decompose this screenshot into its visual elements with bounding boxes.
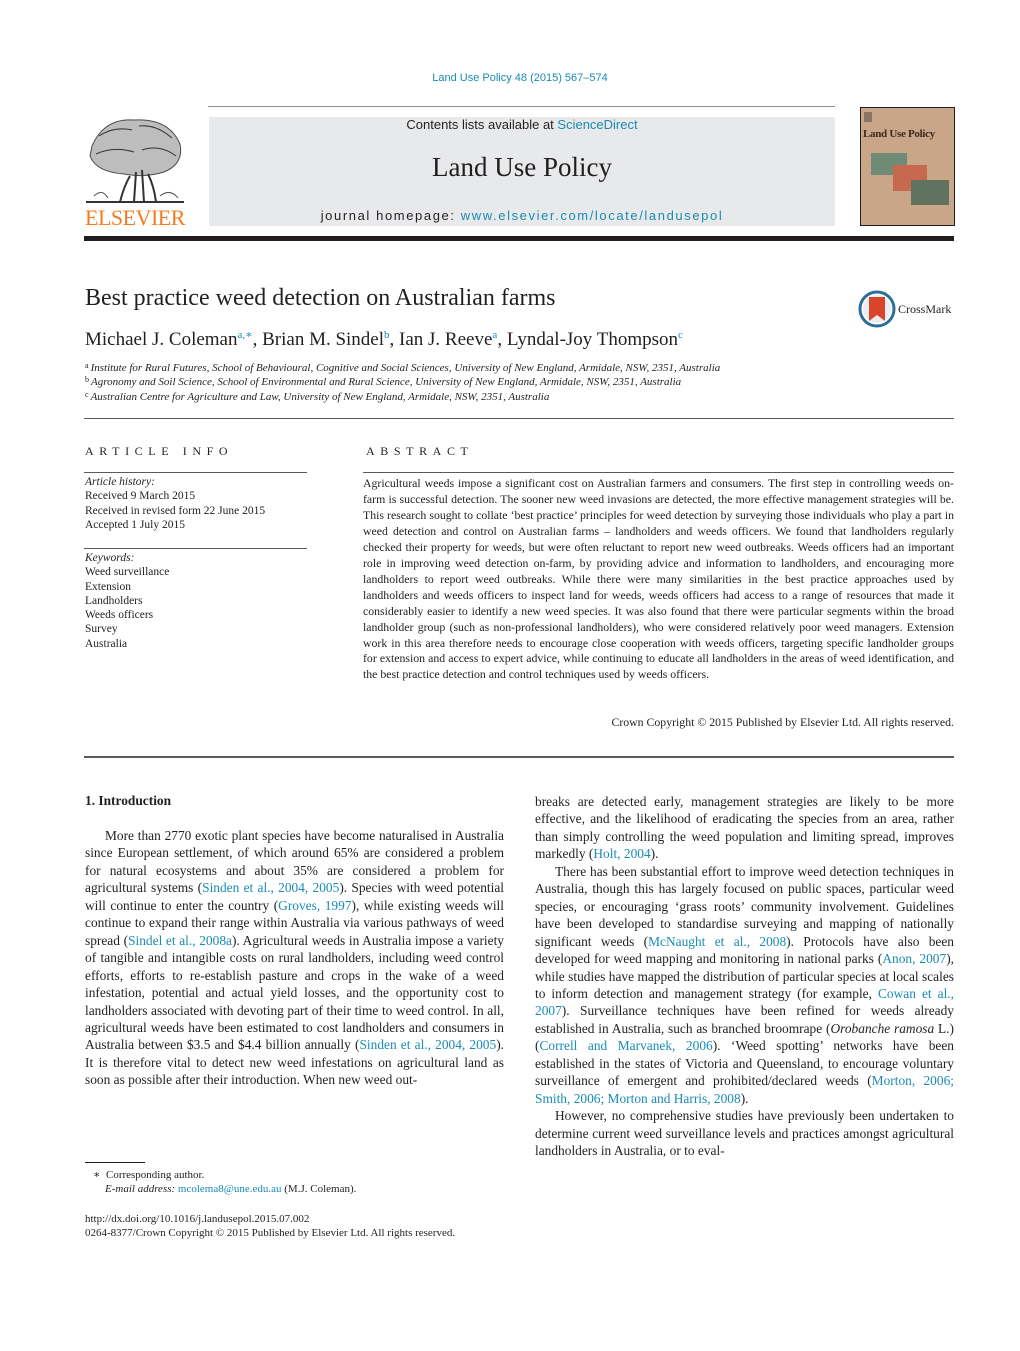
- footnote-star: ∗: [93, 1169, 101, 1181]
- crossmark-label: CrossMark: [898, 302, 952, 316]
- citation-link[interactable]: Groves, 1997: [278, 898, 351, 913]
- paragraph: However, no comprehensive studies have p…: [535, 1108, 954, 1159]
- affiliation-text: Agronomy and Soil Science, School of Env…: [91, 376, 682, 388]
- history-entry: Received in revised form 22 June 2015: [85, 504, 266, 517]
- homepage-prefix: journal homepage:: [320, 208, 461, 223]
- elsevier-wordmark: ELSEVIER: [85, 205, 185, 230]
- abstract-rule: [363, 472, 954, 473]
- author-name[interactable]: Brian M. Sindel: [262, 329, 384, 350]
- citation-link[interactable]: Holt, 2004: [593, 846, 650, 861]
- keyword: Extension: [85, 580, 131, 593]
- article-info-rule: [84, 472, 307, 473]
- author-name[interactable]: Ian J. Reeve: [399, 329, 492, 350]
- affiliation-key: b: [85, 375, 89, 384]
- article-history: Article history: Received 9 March 2015 R…: [85, 475, 265, 532]
- keyword: Australia: [85, 637, 128, 650]
- doi-link[interactable]: http://dx.doi.org/10.1016/j.landusepol.2…: [85, 1212, 309, 1226]
- article-info-heading: ARTICLE INFO: [85, 444, 234, 458]
- cover-publisher-mark-icon: [864, 112, 872, 122]
- affiliation-text: Australian Centre for Agriculture and La…: [90, 391, 550, 403]
- keywords-rule: [84, 548, 307, 549]
- section-heading-introduction: 1. Introduction: [85, 793, 172, 808]
- keywords: Keywords: Weed surveillance Extension La…: [85, 551, 169, 651]
- keyword: Weeds officers: [85, 609, 154, 622]
- keyword: Survey: [85, 623, 118, 636]
- body-left-column: More than 2770 exotic plant species have…: [85, 827, 504, 1089]
- keyword: Landholders: [85, 594, 143, 607]
- email-link[interactable]: mcolema8@une.edu.au: [178, 1183, 282, 1195]
- affiliation: a Institute for Rural Futures, School of …: [85, 361, 720, 374]
- paragraph: More than 2770 exotic plant species have…: [85, 828, 505, 1088]
- abstract-text: Agricultural weeds impose a significant …: [363, 476, 954, 682]
- journal-cover-thumbnail[interactable]: Land Use Policy: [860, 107, 955, 226]
- keywords-label: Keywords:: [85, 552, 135, 564]
- body-right-column: breaks are detected early, management st…: [535, 793, 954, 1160]
- article-history-label: Article history:: [85, 476, 155, 488]
- citation-link[interactable]: Sinden et al., 2004, 2005: [359, 1037, 496, 1052]
- abstract-bottom-rule: [84, 756, 954, 758]
- paragraph: breaks are detected early, management st…: [535, 794, 954, 862]
- journal-citation-link[interactable]: Land Use Policy 48 (2015) 567–574: [0, 72, 1020, 84]
- abstract-copyright: Crown Copyright © 2015 Published by Else…: [611, 715, 954, 729]
- cover-title: Land Use Policy: [863, 128, 935, 140]
- contents-availability: Contents lists available at ScienceDirec…: [209, 117, 835, 132]
- header-thick-rule: [84, 236, 954, 241]
- article-title: Best practice weed detection on Australi…: [85, 285, 556, 311]
- author-list: Michael J. Colemana,∗, Brian M. Sindelb,…: [85, 329, 683, 350]
- author-affiliation-marker[interactable]: c: [678, 329, 683, 341]
- author-name[interactable]: Lyndal-Joy Thompson: [507, 329, 678, 350]
- cover-image-3: [911, 180, 949, 205]
- citation-link[interactable]: Correll and Marvanek, 2006: [539, 1038, 712, 1053]
- affiliation: c Australian Centre for Agriculture and L…: [85, 390, 549, 403]
- contents-prefix: Contents lists available at: [406, 117, 558, 132]
- citation-link[interactable]: Sindel et al., 2008a: [128, 933, 232, 948]
- journal-homepage: journal homepage: www.elsevier.com/locat…: [209, 208, 835, 223]
- affiliation-key: c: [85, 390, 89, 399]
- footnote-rule: [85, 1162, 145, 1163]
- citation-link[interactable]: Anon, 2007: [882, 951, 946, 966]
- species-name: Orobanche ramosa: [830, 1020, 935, 1036]
- affiliation-key: a: [85, 361, 89, 370]
- title-block-rule: [84, 418, 954, 419]
- corresponding-author-footnote: ∗ Corresponding author.: [93, 1169, 205, 1181]
- email-footnote: E-mail address: mcolema8@une.edu.au (M.J…: [105, 1183, 357, 1195]
- email-label: E-mail address:: [105, 1183, 178, 1195]
- author-name[interactable]: Michael J. Coleman: [85, 329, 238, 350]
- crossmark-icon: [858, 290, 896, 328]
- history-entry: Accepted 1 July 2015: [85, 518, 185, 531]
- citation-link[interactable]: Sinden et al., 2004, 2005: [202, 880, 339, 895]
- citation-link[interactable]: McNaught et al., 2008: [648, 934, 786, 949]
- affiliation: b Agronomy and Soil Science, School of En…: [85, 375, 681, 388]
- header-top-rule: [208, 106, 835, 107]
- history-entry: Received 9 March 2015: [85, 490, 196, 503]
- paragraph: There has been substantial effort to imp…: [535, 863, 955, 1106]
- affiliation-text: Institute for Rural Futures, School of B…: [90, 362, 721, 374]
- homepage-link[interactable]: www.elsevier.com/locate/landusepol: [461, 208, 724, 223]
- crossmark-button[interactable]: CrossMark: [858, 290, 958, 330]
- journal-title: Land Use Policy: [432, 152, 612, 182]
- sciencedirect-link[interactable]: ScienceDirect: [557, 117, 637, 132]
- keyword: Weed surveillance: [85, 566, 170, 579]
- issn-copyright: 0264-8377/Crown Copyright © 2015 Publish…: [85, 1227, 456, 1239]
- author-affiliation-marker[interactable]: a,∗: [238, 329, 253, 341]
- abstract-heading: ABSTRACT: [366, 444, 474, 458]
